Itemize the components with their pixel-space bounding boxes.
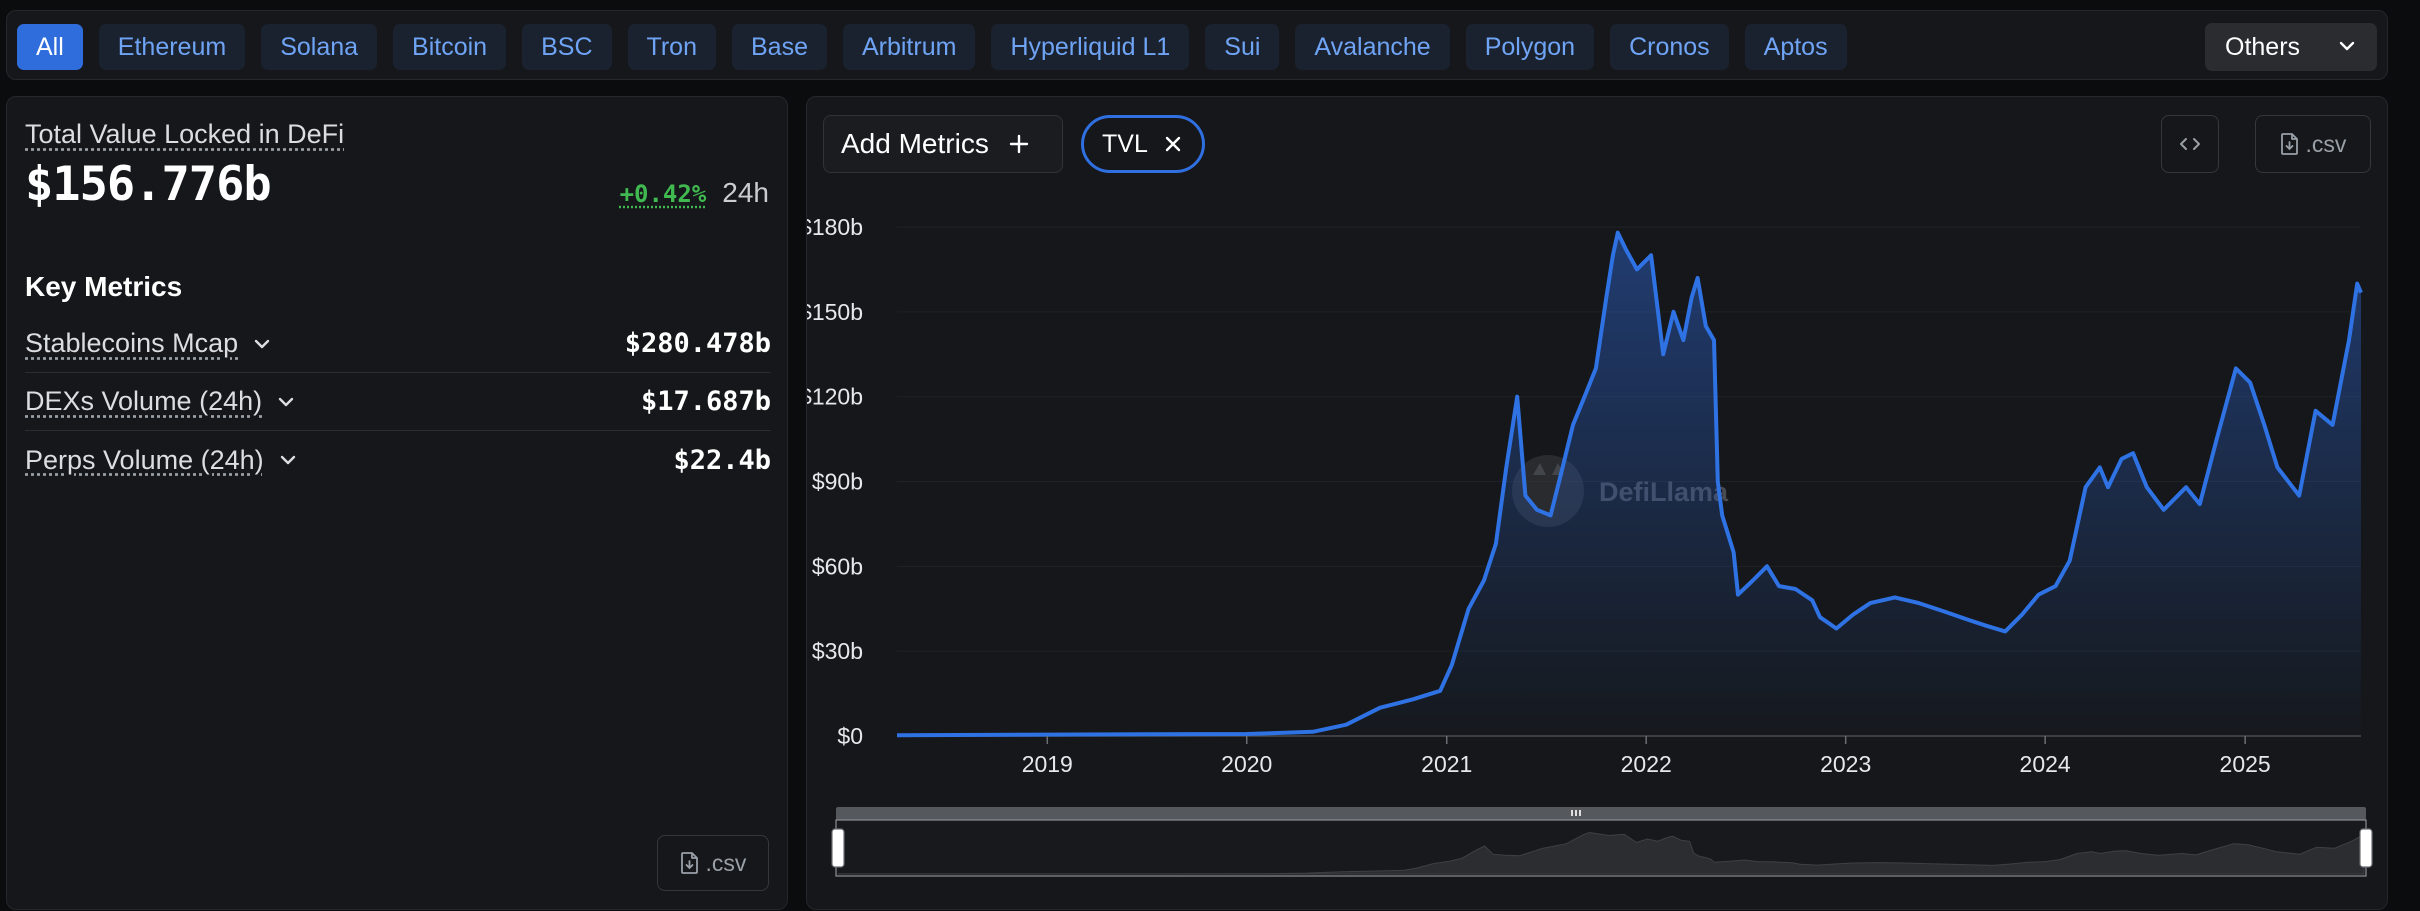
x-tick-label: 2021: [1421, 751, 1472, 777]
tvl-value: $156.776b: [25, 157, 272, 212]
chain-tab-cronos[interactable]: Cronos: [1610, 24, 1729, 70]
chain-tab-sui[interactable]: Sui: [1205, 24, 1280, 70]
chain-tab-solana[interactable]: Solana: [261, 24, 378, 70]
range-handle-left[interactable]: [831, 828, 845, 868]
metric-row-dexs-volume[interactable]: DEXs Volume (24h) $17.687b: [25, 373, 771, 431]
chart-panel: Add Metrics TVL .csv DefiLlama $0$30b$60…: [806, 96, 2388, 910]
tvl-change-percent[interactable]: +0.42%: [620, 180, 707, 208]
tvl-label[interactable]: Total Value Locked in DeFi: [25, 119, 344, 150]
others-dropdown[interactable]: Others: [2205, 23, 2377, 71]
chain-tab-list: All Ethereum Solana Bitcoin BSC Tron Base Arbit…: [17, 24, 1847, 70]
tvl-area: [897, 232, 2361, 736]
x-tick-label: 2022: [1621, 751, 1672, 777]
key-metrics-list: Stablecoins Mcap $280.478b DEXs Volume (…: [25, 315, 771, 489]
chain-tab-arbitrum[interactable]: Arbitrum: [842, 24, 976, 70]
chain-tab-all[interactable]: All: [17, 24, 83, 70]
x-tick-label: 2023: [1820, 751, 1871, 777]
y-tick-label: $120b: [807, 384, 863, 410]
chevron-down-icon: [2339, 41, 2355, 51]
key-metrics-title: Key Metrics: [25, 271, 183, 302]
metric-value: $22.4b: [673, 444, 771, 476]
chain-tab-aptos[interactable]: Aptos: [1744, 24, 1847, 70]
tvl-chart[interactable]: DefiLlama $0$30b$60b$90b$120b$150b$180b …: [807, 97, 2389, 911]
metric-label: Perps Volume (24h): [25, 444, 264, 475]
chain-tab-base[interactable]: Base: [731, 24, 827, 70]
tvl-change-period: 24h: [722, 177, 769, 208]
range-selector-bar[interactable]: [836, 807, 2366, 820]
metric-row-perps-volume[interactable]: Perps Volume (24h) $22.4b: [25, 431, 771, 489]
summary-panel: Total Value Locked in DeFi $156.776b +0.…: [6, 96, 788, 910]
download-csv-button[interactable]: .csv: [657, 835, 769, 891]
tvl-change: +0.42% 24h: [620, 177, 769, 209]
metric-label: Stablecoins Mcap: [25, 328, 239, 358]
y-tick-label: $150b: [807, 299, 863, 325]
chain-tab-tron[interactable]: Tron: [627, 24, 716, 70]
x-axis: 2019 2020 2021 2022 2023 2024 2025: [1022, 736, 2271, 777]
x-tick-label: 2019: [1022, 751, 1073, 777]
range-selector[interactable]: [831, 807, 2373, 877]
chain-tab-bitcoin[interactable]: Bitcoin: [393, 24, 507, 70]
metric-row-stablecoins[interactable]: Stablecoins Mcap $280.478b: [25, 315, 771, 373]
metric-value: $17.687b: [640, 386, 771, 417]
chain-tab-avalanche[interactable]: Avalanche: [1295, 24, 1450, 70]
range-handle-right[interactable]: [2359, 828, 2373, 868]
chain-tab-ethereum[interactable]: Ethereum: [98, 24, 246, 70]
chain-tab-hyperliquid-l1[interactable]: Hyperliquid L1: [991, 24, 1190, 70]
y-tick-label: $90b: [812, 469, 863, 495]
y-axis: $0 $30b $60b $90b $120b $150b $180b: [807, 214, 863, 749]
chain-tab-bsc[interactable]: BSC: [522, 24, 612, 70]
metric-value: $280.478b: [624, 328, 771, 359]
x-tick-label: 2024: [2020, 751, 2071, 777]
csv-label: .csv: [705, 849, 747, 876]
x-tick-label: 2025: [2220, 751, 2271, 777]
y-tick-label: $60b: [812, 553, 863, 579]
chain-tab-polygon[interactable]: Polygon: [1465, 24, 1595, 70]
chevron-down-icon: [254, 339, 270, 348]
download-file-icon: [680, 852, 698, 874]
others-label: Others: [2225, 32, 2301, 61]
y-tick-label: $0: [837, 723, 863, 749]
metric-label: DEXs Volume (24h): [25, 386, 263, 416]
y-tick-label: $30b: [812, 638, 863, 664]
chevron-down-icon: [280, 455, 295, 465]
chevron-down-icon: [278, 397, 294, 406]
y-tick-label: $180b: [807, 214, 863, 240]
x-tick-label: 2020: [1221, 751, 1272, 777]
chain-filter-bar: All Ethereum Solana Bitcoin BSC Tron Base Arbit…: [6, 10, 2388, 80]
